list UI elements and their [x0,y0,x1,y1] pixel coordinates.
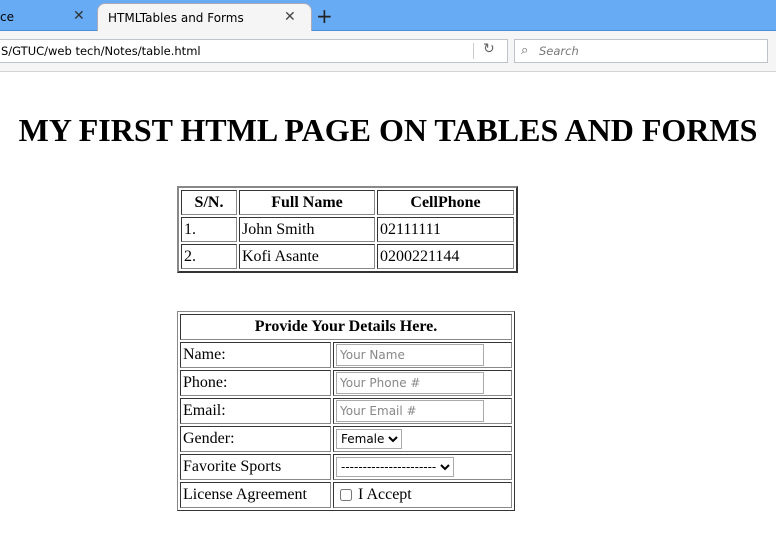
search-icon: ⌕ [521,42,529,57]
close-tab-icon[interactable]: ✕ [73,8,85,24]
form-heading: Provide Your Details Here. [180,314,512,340]
column-header-sn: S/N. [181,190,237,215]
column-header-full-name: Full Name [239,190,375,215]
tab-strip: ce ✕ HTMLTables and Forms ✕ + [0,0,776,32]
divider [473,43,474,59]
page-title: MY FIRST HTML PAGE ON TABLES AND FORMS [18,112,758,148]
gender-select[interactable]: Female [336,429,402,449]
cell-cellphone: 0200221144 [377,244,514,269]
column-header-cellphone: CellPhone [377,190,514,215]
accept-checkbox[interactable] [340,489,352,502]
cell-sn: 2. [181,244,237,269]
email-label: Email: [180,398,331,424]
accept-label[interactable]: I Accept [358,486,412,503]
cell-full-name: John Smith [239,217,375,242]
search-bar[interactable]: ⌕ [514,39,768,63]
sports-label: Favorite Sports [180,454,331,480]
email-input[interactable] [336,400,484,422]
reload-icon[interactable]: ↻ [483,41,495,57]
license-label: License Agreement [180,482,331,508]
phone-label: Phone: [180,370,331,396]
details-form-table: Provide Your Details Here. Name: Phone: … [177,311,515,511]
navigation-bar: S/GTUC/web tech/Notes/table.html ↻ ⌕ [0,31,776,72]
contacts-table: S/N. Full Name CellPhone 1. John Smith 0… [177,186,518,273]
url-text[interactable]: S/GTUC/web tech/Notes/table.html [1,44,201,58]
name-input[interactable] [336,344,484,366]
table-row: 1. John Smith 02111111 [181,217,514,242]
gender-label: Gender: [180,426,331,452]
tab-label: HTMLTables and Forms [108,11,244,25]
tab-label: ce [0,10,14,24]
close-tab-icon[interactable]: ✕ [284,9,296,25]
sports-select[interactable]: ---------------------- [336,457,454,477]
tab-previous[interactable]: ce ✕ [0,3,96,30]
tab-current[interactable]: HTMLTables and Forms ✕ [97,3,312,32]
search-input[interactable] [539,42,759,59]
new-tab-button[interactable]: + [316,4,333,28]
cell-full-name: Kofi Asante [239,244,375,269]
table-header-row: S/N. Full Name CellPhone [181,190,514,215]
phone-input[interactable] [336,372,484,394]
table-row: 2. Kofi Asante 0200221144 [181,244,514,269]
cell-sn: 1. [181,217,237,242]
address-bar[interactable]: S/GTUC/web tech/Notes/table.html ↻ [0,39,508,63]
name-label: Name: [180,342,331,368]
cell-cellphone: 02111111 [377,217,514,242]
